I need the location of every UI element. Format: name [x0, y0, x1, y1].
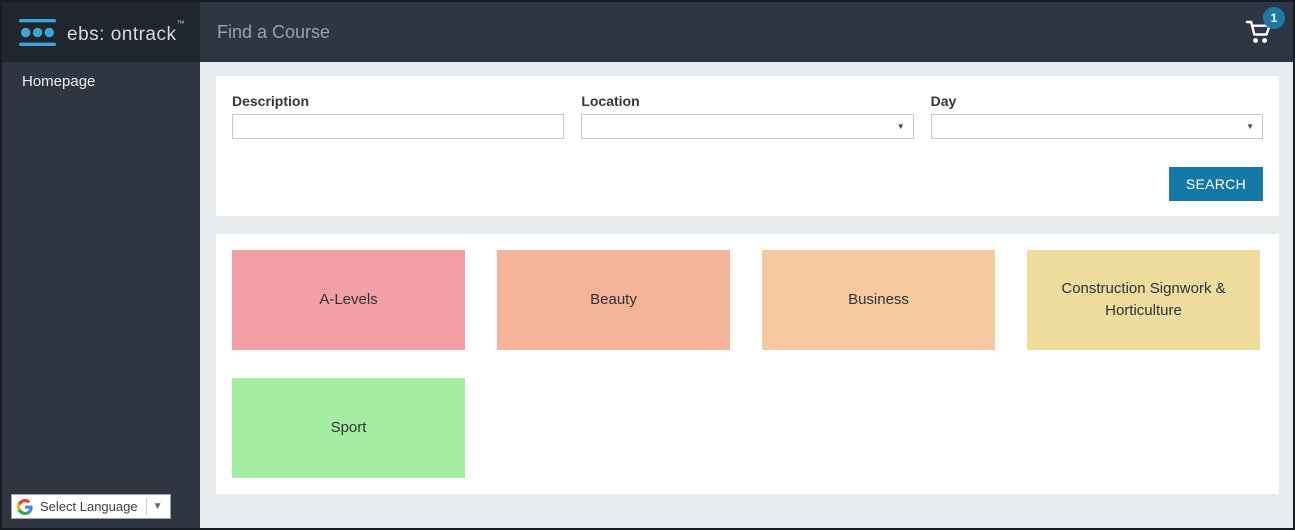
day-label: Day — [930, 93, 957, 109]
course-categories-panel: A-Levels Beauty Business Construction Si… — [216, 234, 1279, 494]
location-label: Location — [581, 93, 640, 109]
cart-badge: 1 — [1263, 7, 1285, 29]
dropdown-arrow-icon: ▼ — [896, 122, 905, 131]
google-icon — [17, 498, 33, 515]
main-body: Homepage Select Language ▼ Description L… — [2, 62, 1293, 528]
dropdown-arrow-icon: ▼ — [1246, 122, 1254, 131]
category-card-a-levels[interactable]: A-Levels — [232, 250, 465, 350]
app-window: ebs: ontrack™ Find a Course 1 Homepage S… — [0, 0, 1295, 530]
description-field-group: Description — [232, 93, 565, 139]
category-card-sport[interactable]: Sport — [232, 378, 465, 478]
cart-button[interactable]: 1 — [1243, 7, 1285, 47]
category-card-construction-signwork-horticulture[interactable]: Construction Signwork & Horticulture — [1027, 250, 1260, 350]
logo-block: ebs: ontrack™ — [2, 2, 200, 62]
day-select[interactable]: ▼ — [930, 114, 1263, 139]
location-select[interactable]: ▼ — [581, 114, 914, 139]
chevron-down-icon: ▼ — [152, 501, 163, 512]
description-input[interactable] — [232, 114, 565, 139]
search-fields-row: Description Location ▼ Day ▼ — [232, 93, 1263, 139]
brand-name: ebs: ontrack™ — [67, 18, 185, 45]
sidebar-item-homepage[interactable]: Homepage — [2, 62, 200, 101]
search-form-panel: Description Location ▼ Day ▼ SEARCH — [216, 76, 1279, 216]
divider — [145, 498, 147, 515]
category-card-beauty[interactable]: Beauty — [497, 250, 730, 350]
top-header: ebs: ontrack™ Find a Course 1 — [2, 2, 1293, 62]
page-title: Find a Course — [217, 21, 331, 42]
content-area: Description Location ▼ Day ▼ SEARCH A-Le… — [200, 62, 1293, 528]
day-field-group: Day ▼ — [930, 93, 1263, 139]
trademark-symbol: ™ — [176, 18, 185, 28]
ebs-dots-logo-icon — [19, 18, 56, 46]
search-button[interactable]: SEARCH — [1168, 167, 1263, 201]
language-selector[interactable]: Select Language ▼ — [11, 494, 171, 519]
category-card-business[interactable]: Business — [762, 250, 995, 350]
sidebar: Homepage Select Language ▼ — [2, 62, 200, 528]
location-field-group: Location ▼ — [581, 93, 914, 139]
description-label: Description — [232, 93, 310, 109]
header-bar: Find a Course 1 — [200, 2, 1293, 62]
language-selector-label: Select Language — [40, 499, 138, 514]
